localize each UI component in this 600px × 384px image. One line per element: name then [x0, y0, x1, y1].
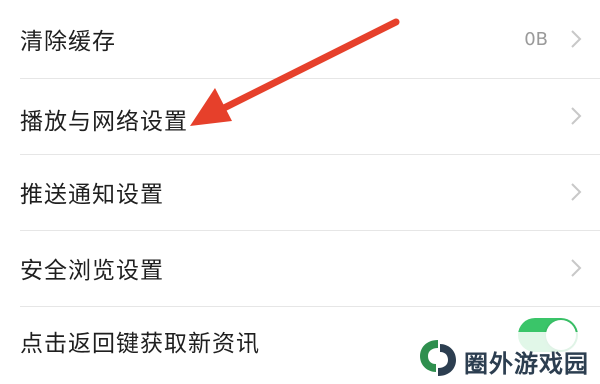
red-pointer-arrow: [190, 18, 400, 126]
watermark: 圈外游戏园: [414, 332, 600, 384]
leaf-logo-icon: [420, 340, 456, 376]
watermark-text: 圈外游戏园: [464, 350, 589, 378]
